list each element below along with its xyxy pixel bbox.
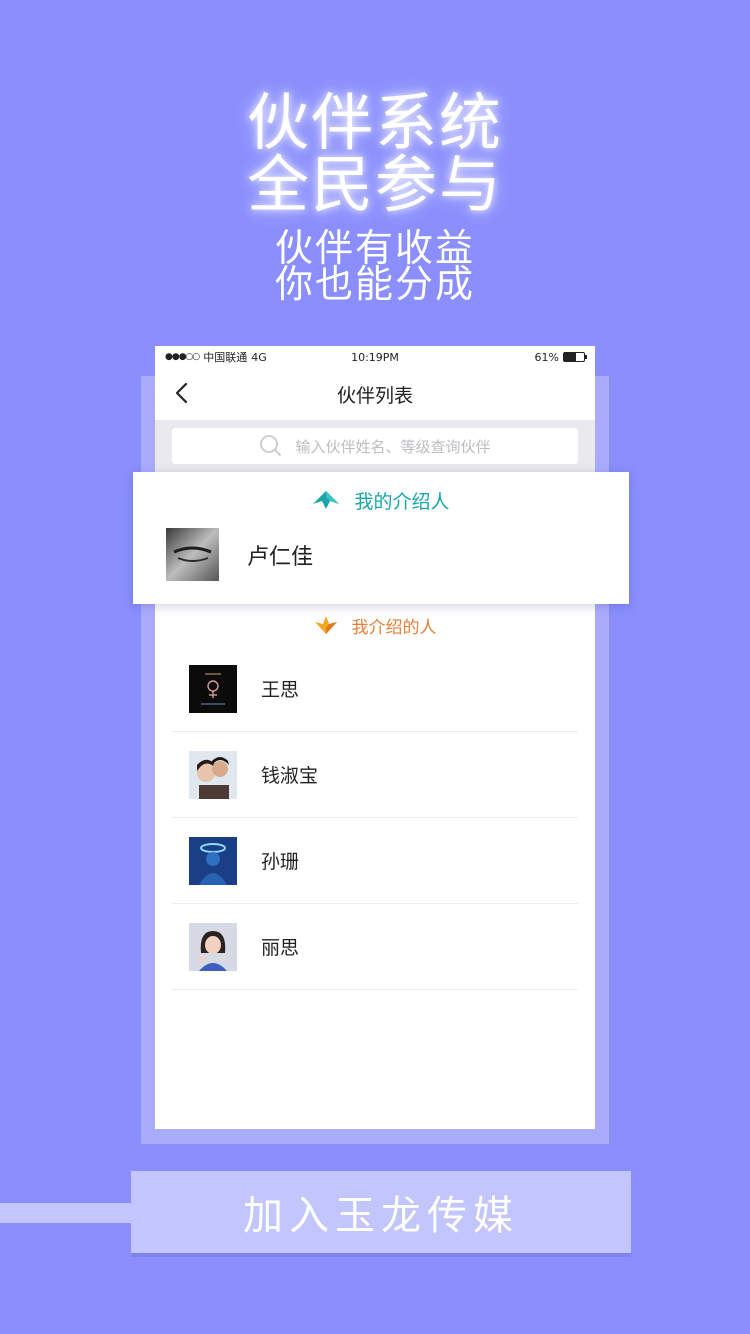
headline: 伙伴系统 全民参与: [0, 92, 750, 216]
subline-line-2: 你也能分成: [274, 262, 475, 306]
down-arrow-icon: [314, 616, 337, 634]
introducer-header-label: 我的介绍人: [354, 490, 450, 513]
join-button-accent: [0, 1203, 140, 1223]
avatar: [189, 836, 237, 885]
subline-line-1: 伙伴有收益: [274, 226, 475, 270]
introducer-header: 我的介绍人: [133, 472, 629, 528]
battery-icon: [563, 352, 587, 362]
referral-header: 我介绍的人: [155, 604, 595, 646]
search-input[interactable]: 输入伙伴姓名、等级查询伙伴: [172, 428, 578, 464]
status-bar: ●●●○○ 中国联通 4G 10:19PM 61%: [155, 346, 595, 368]
avatar: [166, 528, 219, 581]
avatar: [189, 922, 237, 971]
headline-line-2: 全民参与: [246, 148, 503, 221]
signal-icon: ●●●○○: [165, 352, 200, 362]
subline: 伙伴有收益 你也能分成: [0, 226, 750, 306]
promo-page: 伙伴系统 全民参与 伙伴有收益 你也能分成 ●●●○○ 中国联通 4G 10:1…: [0, 0, 750, 1334]
introducer-name: 卢仁佳: [247, 544, 314, 570]
back-arrow-icon[interactable]: [171, 381, 195, 405]
introducer-card: 我的介绍人 卢仁佳: [133, 472, 629, 604]
list-item-name: 孙珊: [261, 851, 300, 873]
list-item[interactable]: 丽思: [172, 904, 578, 990]
referral-section: 我介绍的人 王思 钱淑宝 孙珊 丽思: [155, 604, 595, 990]
list-item-name: 王思: [261, 679, 300, 701]
up-arrow-icon: [313, 491, 340, 509]
battery-percent: 61%: [534, 350, 559, 364]
avatar: [189, 664, 237, 713]
referral-list: 王思 钱淑宝 孙珊 丽思: [172, 646, 578, 990]
referral-header-label: 我介绍的人: [351, 617, 437, 638]
join-button[interactable]: 加入玉龙传媒: [131, 1171, 631, 1257]
search-icon: [260, 435, 282, 456]
status-right: 61%: [534, 350, 587, 364]
list-item[interactable]: 孙珊: [172, 818, 578, 904]
nav-bar: 伙伴列表: [155, 368, 595, 420]
status-left: ●●●○○ 中国联通 4G: [165, 349, 267, 365]
search-placeholder: 输入伙伴姓名、等级查询伙伴: [295, 437, 491, 456]
carrier-label: 中国联通: [203, 351, 248, 364]
list-item[interactable]: 钱淑宝: [172, 732, 578, 818]
search-bar: 输入伙伴姓名、等级查询伙伴: [155, 420, 595, 472]
list-item-name: 钱淑宝: [261, 765, 319, 787]
avatar: [189, 750, 237, 799]
list-item[interactable]: 王思: [172, 646, 578, 732]
introducer-row[interactable]: 卢仁佳: [133, 528, 629, 581]
battery-fill: [564, 353, 577, 361]
network-label: 4G: [251, 350, 267, 364]
list-item-name: 丽思: [261, 937, 300, 959]
headline-line-1: 伙伴系统: [246, 86, 503, 159]
page-title: 伙伴列表: [336, 384, 413, 407]
